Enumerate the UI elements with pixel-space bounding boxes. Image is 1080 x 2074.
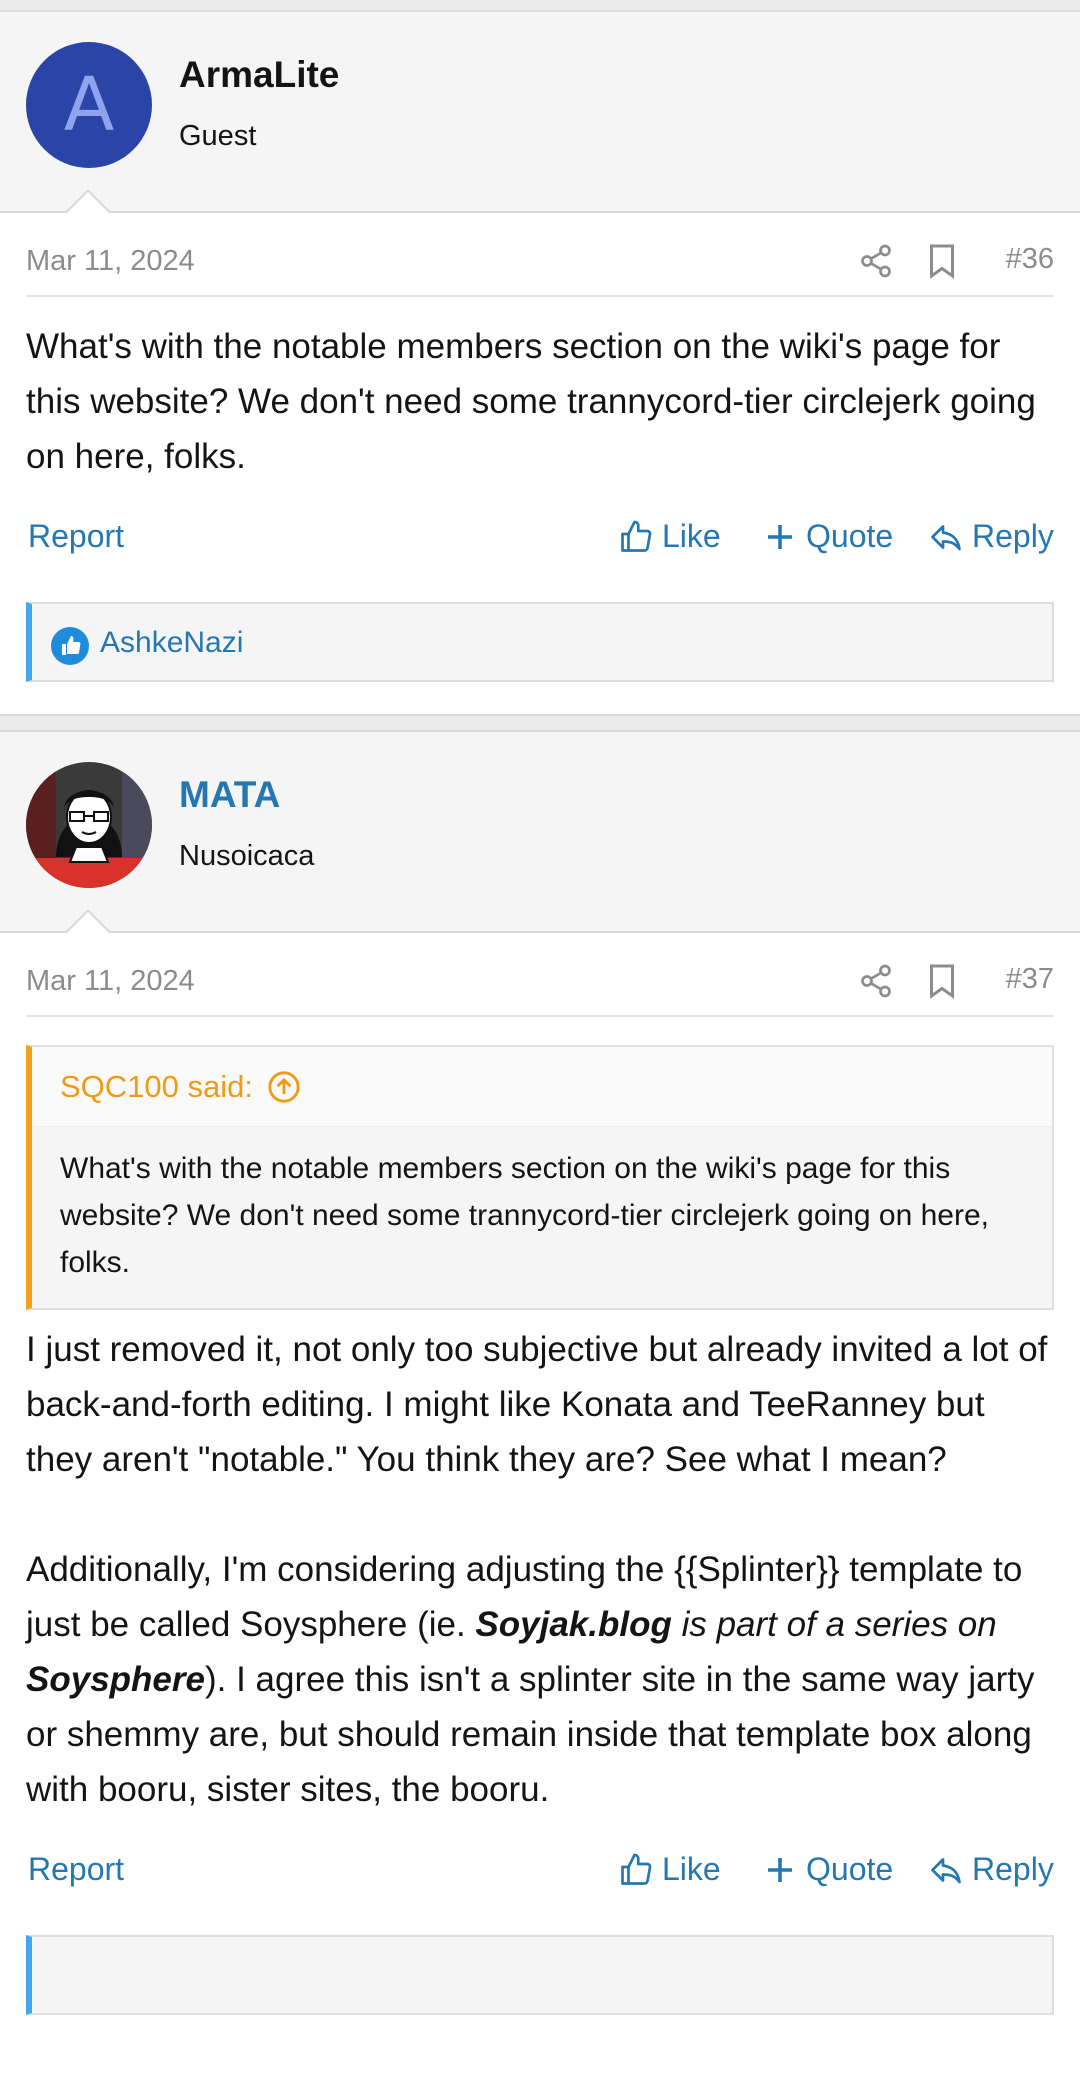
post-number[interactable]: #37 [1006,963,1054,996]
post-paragraph-1: I just removed it, not only too subjecti… [26,1330,1048,1479]
plus-icon [768,524,792,549]
reply-label: Reply [972,1851,1054,1887]
reactions-bar-partial [26,1935,1054,2015]
like-label: Like [662,518,721,554]
thumbs-up-icon [621,520,652,552]
arrow-up-circle-icon[interactable] [267,1070,301,1104]
post-body: What's with the notable members section … [26,327,1036,476]
reply-icon [931,524,961,550]
post-36: A ArmaLite Guest Mar 11, 2024 #36 What's… [0,12,1080,682]
post-actions: Report Like Quote Reply [26,1829,1054,1919]
quote-header: SQC100 said: [32,1047,1052,1127]
username[interactable]: ArmaLite [179,54,339,96]
emphasis-soysphere: Soysphere [26,1660,205,1699]
reply-icon [931,1857,961,1883]
post-date[interactable]: Mar 11, 2024 [26,245,195,278]
share-icon[interactable] [858,963,894,999]
user-header: MATA Nusoicaca [0,732,1080,934]
plus-icon [768,1857,792,1882]
reactions-bar: AshkeNazi [26,602,1054,682]
avatar[interactable] [26,762,152,888]
bookmark-icon[interactable] [927,963,957,999]
report-button[interactable]: Report [28,1851,124,1888]
post-actions: Report Like Quote Reply [26,496,1054,586]
like-reaction-icon [51,627,89,665]
reaction-user-link[interactable]: AshkeNazi [100,626,243,660]
reply-button[interactable]: Reply [928,518,1054,555]
post-body: I just removed it, not only too subjecti… [26,1322,1054,1817]
post-37: MATA Nusoicaca Mar 11, 2024 #37 SQC100 s… [0,732,1080,2015]
like-button[interactable]: Like [618,518,721,555]
quote-author: SQC100 said: [60,1069,253,1104]
emphasis-text: is part of a series on [671,1605,997,1644]
post-paragraph-2: Additionally, I'm considering adjusting … [26,1542,1054,1817]
like-label: Like [662,1851,721,1887]
header-arrow [64,909,112,934]
user-title: Nusoicaca [179,840,315,872]
bookmark-icon[interactable] [927,243,957,279]
quote-author-link[interactable]: SQC100 said: [60,1069,301,1105]
emphasis-soyjak-blog: Soyjak.blog [475,1605,672,1644]
quote-label: Quote [806,518,894,554]
anime-avatar-icon [26,762,152,888]
post-separator [0,714,1080,732]
quote-label: Quote [806,1851,894,1887]
header-arrow [64,189,112,214]
post-date[interactable]: Mar 11, 2024 [26,965,195,998]
avatar[interactable]: A [26,42,152,168]
quote-block: SQC100 said: What's with the notable mem… [26,1045,1054,1310]
quote-body: What's with the notable members section … [60,1152,989,1279]
quote-button[interactable]: Quote [762,518,893,555]
user-header: A ArmaLite Guest [0,12,1080,214]
reply-label: Reply [972,518,1054,554]
thumbs-up-icon [621,1853,652,1885]
post-number[interactable]: #36 [1006,243,1054,276]
quote-button[interactable]: Quote [762,1851,893,1888]
share-icon[interactable] [858,243,894,279]
username[interactable]: MATA [179,774,280,816]
user-title: Guest [179,120,257,152]
reply-button[interactable]: Reply [928,1851,1054,1888]
report-button[interactable]: Report [28,518,124,555]
post-meta: Mar 11, 2024 #37 [26,933,1054,1017]
like-button[interactable]: Like [618,1851,721,1888]
post-meta: Mar 11, 2024 #36 [26,213,1054,297]
top-edge [0,0,1080,12]
